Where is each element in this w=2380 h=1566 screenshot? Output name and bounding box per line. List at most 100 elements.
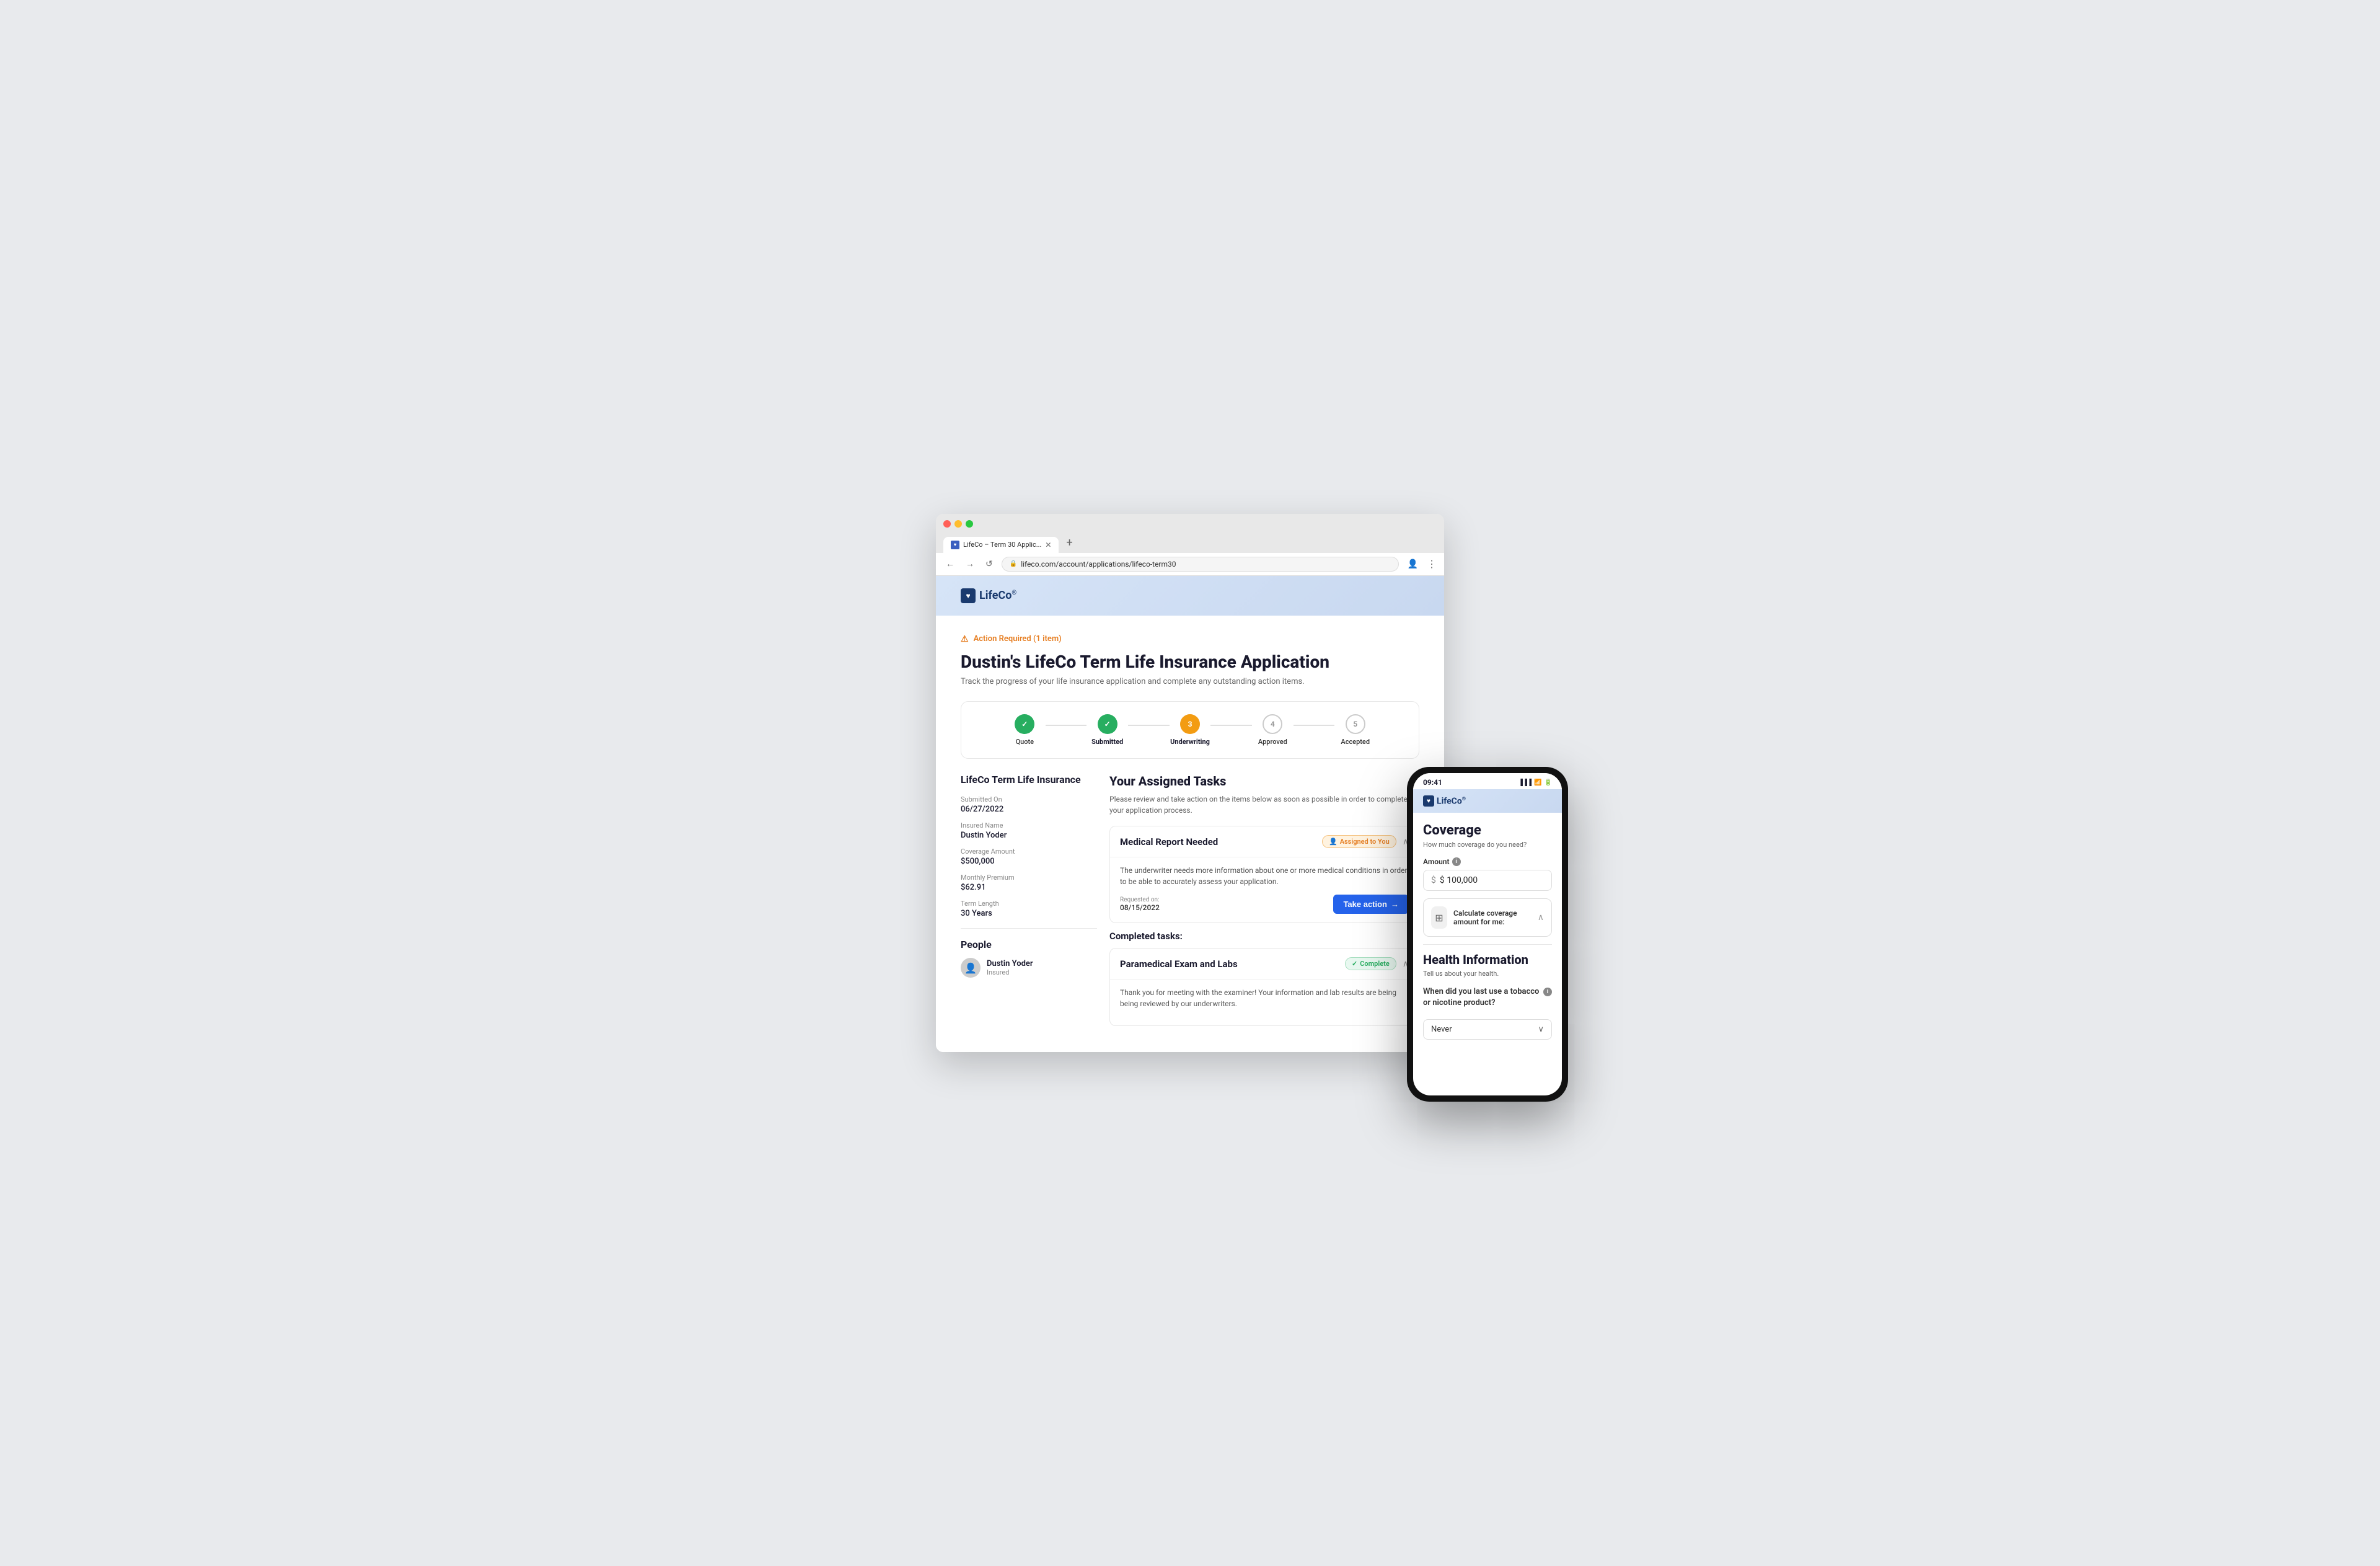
phone-section-divider <box>1423 944 1552 945</box>
section-divider <box>961 928 1097 929</box>
browser-tab-active[interactable]: ♥ LifeCo – Term 30 Applic... ✕ <box>943 537 1059 553</box>
browser-chrome: ♥ LifeCo – Term 30 Applic... ✕ + <box>936 514 1444 553</box>
address-bar[interactable]: 🔒 lifeco.com/account/applications/lifeco… <box>1002 557 1399 572</box>
calculator-card[interactable]: ⊞ Calculate coverage amount for me: ∧ <box>1423 898 1552 937</box>
phone-logo: ♥ LifeCo® <box>1423 795 1552 807</box>
amount-info-icon[interactable]: i <box>1452 857 1461 866</box>
url-text: lifeco.com/account/applications/lifeco-t… <box>1021 560 1176 568</box>
coverage-subtitle: How much coverage do you need? <box>1423 841 1552 849</box>
dollar-sign: $ <box>1431 875 1436 885</box>
person-avatar: 👤 <box>961 958 981 978</box>
requested-label: Requested on: <box>1120 896 1160 903</box>
browser-menu-button[interactable]: ⋮ <box>1427 558 1437 570</box>
arrow-icon: → <box>1391 900 1399 909</box>
phone-header: ♥ LifeCo® <box>1413 789 1562 813</box>
amount-label-text: Amount <box>1423 857 1450 866</box>
person-item: 👤 Dustin Yoder Insured <box>961 958 1097 978</box>
health-subtitle: Tell us about your health. <box>1423 970 1552 978</box>
health-title: Health Information <box>1423 952 1552 967</box>
close-window-button[interactable] <box>943 520 951 528</box>
mobile-phone: 09:41 ▐▐▐ 📶 🔋 ♥ LifeCo® Coverage How muc… <box>1407 767 1568 1102</box>
logo-text: LifeCo® <box>979 589 1016 602</box>
info-coverage-amount: Coverage Amount $500,000 <box>961 847 1097 866</box>
task-header-paramedical[interactable]: Paramedical Exam and Labs ✓ Complete ∧ <box>1110 949 1419 979</box>
tab-favicon: ♥ <box>951 541 959 549</box>
step-label-submitted: Submitted <box>1091 738 1123 746</box>
requested-info: Requested on: 08/15/2022 <box>1120 896 1160 912</box>
calculator-label: Calculate coverage amount for me: <box>1453 909 1538 926</box>
signal-icon: ▐▐▐ <box>1518 779 1532 786</box>
chevron-down-icon: ∨ <box>1538 1025 1544 1034</box>
info-submitted-on: Submitted On 06/27/2022 <box>961 795 1097 814</box>
step-label-accepted: Accepted <box>1341 738 1370 746</box>
new-tab-button[interactable]: + <box>1060 533 1078 553</box>
step-label-approved: Approved <box>1258 738 1287 746</box>
policy-title: LifeCo Term Life Insurance <box>961 774 1097 785</box>
badge-assigned-text: Assigned to You <box>1340 838 1390 846</box>
health-info-icon[interactable]: i <box>1543 988 1552 996</box>
step-label-quote: Quote <box>1016 738 1034 746</box>
insured-name-value: Dustin Yoder <box>961 831 1097 840</box>
coverage-amount-value: $500,000 <box>961 857 1097 866</box>
info-term-length: Term Length 30 Years <box>961 900 1097 918</box>
task-header-medical-report[interactable]: Medical Report Needed 👤 Assigned to You … <box>1110 826 1419 857</box>
user-icon[interactable]: 👤 <box>1405 558 1421 570</box>
forward-button[interactable]: → <box>963 557 977 570</box>
step-connector-4 <box>1294 725 1335 726</box>
task-description-medical-report: The underwriter needs more information a… <box>1120 865 1409 887</box>
monthly-premium-value: $62.91 <box>961 883 1097 892</box>
refresh-button[interactable]: ↺ <box>983 558 995 570</box>
badge-complete-text: Complete <box>1360 960 1390 968</box>
site-header: ♥ LifeCo® <box>936 576 1444 616</box>
main-content: ⚠ Action Required (1 item) Dustin's Life… <box>936 616 1444 1053</box>
tobacco-dropdown[interactable]: Never ∨ <box>1423 1019 1552 1040</box>
site-logo[interactable]: ♥ LifeCo® <box>961 588 1016 603</box>
info-insured-name: Insured Name Dustin Yoder <box>961 821 1097 840</box>
wifi-icon: 📶 <box>1534 779 1541 786</box>
tab-title: LifeCo – Term 30 Applic... <box>963 541 1041 549</box>
action-required-banner: ⚠ Action Required (1 item) <box>961 634 1419 644</box>
two-col-layout: LifeCo Term Life Insurance Submitted On … <box>961 774 1419 1033</box>
amount-value: $ 100,000 <box>1440 875 1478 885</box>
phone-logo-icon: ♥ <box>1423 795 1434 807</box>
step-circle-underwriting: 3 <box>1180 714 1200 734</box>
step-underwriting: 3 Underwriting <box>1170 714 1211 746</box>
tasks-title: Your Assigned Tasks <box>1109 774 1419 789</box>
tasks-subtitle: Please review and take action on the ite… <box>1109 794 1419 816</box>
right-panel: Your Assigned Tasks Please review and ta… <box>1109 774 1419 1033</box>
task-name-paramedical: Paramedical Exam and Labs <box>1120 958 1238 970</box>
task-name-medical-report: Medical Report Needed <box>1120 836 1218 847</box>
back-button[interactable]: ← <box>943 557 957 570</box>
step-accepted: 5 Accepted <box>1334 714 1376 746</box>
minimize-window-button[interactable] <box>954 520 962 528</box>
task-footer: Requested on: 08/15/2022 Take action → <box>1120 895 1409 914</box>
browser-addressbar: ← → ↺ 🔒 lifeco.com/account/applications/… <box>936 553 1444 576</box>
task-header-right: 👤 Assigned to You ∧ <box>1322 835 1409 848</box>
term-length-value: 30 Years <box>961 909 1097 918</box>
phone-status-bar: 09:41 ▐▐▐ 📶 🔋 <box>1413 773 1562 789</box>
step-connector-1 <box>1046 725 1087 726</box>
people-title: People <box>961 939 1097 950</box>
phone-logo-text: LifeCo® <box>1437 796 1466 807</box>
maximize-window-button[interactable] <box>966 520 973 528</box>
task-card-medical-report: Medical Report Needed 👤 Assigned to You … <box>1109 826 1419 923</box>
take-action-button[interactable]: Take action → <box>1333 895 1409 914</box>
submitted-on-value: 06/27/2022 <box>961 805 1097 814</box>
step-quote: ✓ Quote <box>1004 714 1046 746</box>
check-badge-icon: ✓ <box>1352 960 1357 968</box>
task-header-right-paramedical: ✓ Complete ∧ <box>1345 957 1409 970</box>
browser-window: ♥ LifeCo – Term 30 Applic... ✕ + ← → ↺ 🔒… <box>936 514 1444 1053</box>
badge-assigned-to-you: 👤 Assigned to You <box>1322 835 1396 848</box>
left-panel: LifeCo Term Life Insurance Submitted On … <box>961 774 1097 1033</box>
task-card-paramedical: Paramedical Exam and Labs ✓ Complete ∧ <box>1109 948 1419 1026</box>
phone-content[interactable]: Coverage How much coverage do you need? … <box>1413 813 1562 1086</box>
tab-close-button[interactable]: ✕ <box>1045 541 1051 549</box>
badge-complete: ✓ Complete <box>1345 957 1396 970</box>
calculator-icon: ⊞ <box>1431 906 1447 929</box>
task-description-paramedical: Thank you for meeting with the examiner!… <box>1120 987 1409 1009</box>
action-required-text: Action Required (1 item) <box>974 634 1062 644</box>
task-body-medical-report: The underwriter needs more information a… <box>1110 857 1419 922</box>
phone-status-icons: ▐▐▐ 📶 🔋 <box>1518 779 1552 786</box>
insured-name-label: Insured Name <box>961 821 1097 829</box>
amount-input[interactable]: $ $ 100,000 <box>1423 870 1552 891</box>
